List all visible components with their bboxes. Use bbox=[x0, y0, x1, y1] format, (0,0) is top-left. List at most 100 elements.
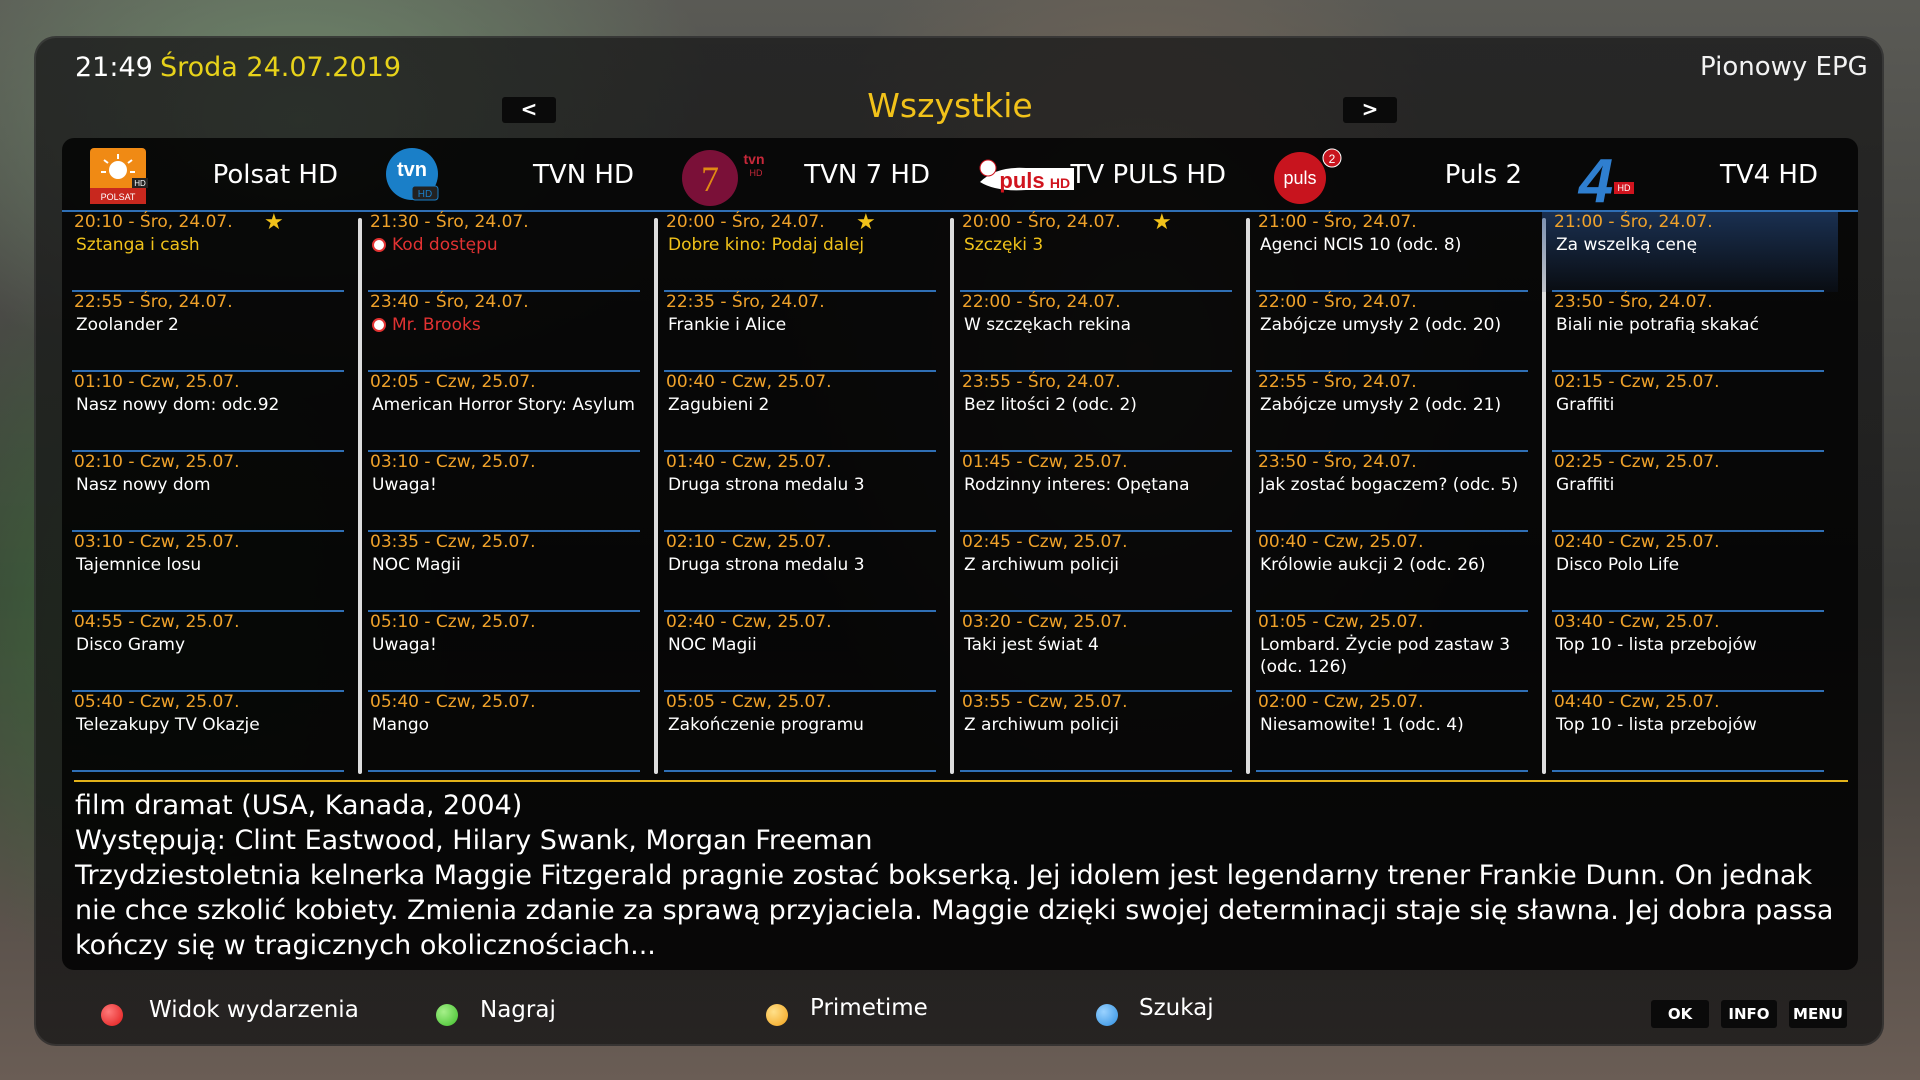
event-title-text: Jak zostać bogaczem? (odc. 5) bbox=[1260, 475, 1519, 495]
channel-header[interactable]: tvn HD TVN HD bbox=[358, 138, 654, 212]
event-time: 02:25 - Czw, 25.07. bbox=[1554, 452, 1720, 472]
event-item[interactable]: 02:40 - Czw, 25.07. NOC Magii bbox=[654, 612, 950, 692]
info-key[interactable]: INFO bbox=[1721, 1000, 1777, 1028]
event-title-text: Dobre kino: Podaj dalej bbox=[668, 235, 865, 255]
event-title-text: Z archiwum policji bbox=[964, 715, 1120, 735]
event-title-text: American Horror Story: Asylum bbox=[372, 395, 635, 415]
event-item[interactable]: 22:00 - Śro, 24.07. Zabójcze umysły 2 (od… bbox=[1246, 292, 1542, 372]
event-item[interactable]: 20:00 - Śro, 24.07. ★ Dobre kino: Podaj da… bbox=[654, 210, 950, 292]
event-title: Jak zostać bogaczem? (odc. 5) bbox=[1260, 474, 1530, 496]
event-item[interactable]: 01:10 - Czw, 25.07. Nasz nowy dom: odc.92 bbox=[62, 372, 358, 452]
event-item[interactable]: 02:00 - Czw, 25.07. Niesamowite! 1 (odc. … bbox=[1246, 692, 1542, 772]
event-item[interactable]: 23:50 - Śro, 24.07. Biali nie potrafią sk… bbox=[1542, 292, 1838, 372]
event-title-text: Lombard. Życie pod zastaw 3 (odc. 126) bbox=[1260, 635, 1511, 677]
event-item[interactable]: 04:40 - Czw, 25.07. Top 10 - lista przebo… bbox=[1542, 692, 1838, 772]
event-item[interactable]: 02:45 - Czw, 25.07. Z archiwum policji bbox=[950, 532, 1246, 612]
event-item[interactable]: 21:30 - Śro, 24.07. Kod dostępu bbox=[358, 212, 654, 292]
event-title: Graffiti bbox=[1556, 394, 1826, 416]
event-item[interactable]: 03:35 - Czw, 25.07. NOC Magii bbox=[358, 532, 654, 612]
svg-text:HD: HD bbox=[1050, 175, 1070, 191]
event-item[interactable]: 22:35 - Śro, 24.07. Frankie i Alice bbox=[654, 292, 950, 372]
event-item[interactable]: 01:45 - Czw, 25.07. Rodzinny interes: Opę… bbox=[950, 452, 1246, 532]
event-item[interactable]: 05:05 - Czw, 25.07. Zakończenie programu bbox=[654, 692, 950, 772]
event-time: 00:40 - Czw, 25.07. bbox=[666, 372, 832, 392]
event-title: Frankie i Alice bbox=[668, 314, 938, 336]
event-item[interactable]: 01:40 - Czw, 25.07. Druga strona medalu 3 bbox=[654, 452, 950, 532]
channel-header[interactable]: puls 2 Puls 2 bbox=[1246, 138, 1542, 212]
event-title: Niesamowite! 1 (odc. 4) bbox=[1260, 714, 1530, 736]
event-item[interactable]: 20:00 - Śro, 24.07. ★ Szczęki 3 bbox=[950, 210, 1246, 292]
event-item[interactable]: 03:10 - Czw, 25.07. Tajemnice losu bbox=[62, 532, 358, 612]
event-title-text: Druga strona medalu 3 bbox=[668, 475, 865, 495]
event-item[interactable]: 03:20 - Czw, 25.07. Taki jest świat 4 bbox=[950, 612, 1246, 692]
event-list: 20:10 - Śro, 24.07. ★ Sztanga i cash 22:55 … bbox=[62, 210, 358, 772]
event-list: 20:00 - Śro, 24.07. ★ Dobre kino: Podaj da… bbox=[654, 210, 950, 772]
channel-header[interactable]: puls HD TV PULS HD bbox=[950, 138, 1246, 212]
event-time: 03:20 - Czw, 25.07. bbox=[962, 612, 1128, 632]
event-item[interactable]: 23:40 - Śro, 24.07. Mr. Brooks bbox=[358, 292, 654, 372]
event-title: Dobre kino: Podaj dalej bbox=[668, 234, 938, 256]
prev-category-button[interactable]: < bbox=[502, 97, 556, 123]
event-title-text: Królowie aukcji 2 (odc. 26) bbox=[1260, 555, 1486, 575]
puls2-logo-icon: puls 2 bbox=[1272, 146, 1342, 204]
channel-name: Puls 2 bbox=[1444, 160, 1522, 190]
event-item[interactable]: 04:55 - Czw, 25.07. Disco Gramy bbox=[62, 612, 358, 692]
blue-button-label[interactable]: Szukaj bbox=[1139, 995, 1214, 1021]
event-time: 03:10 - Czw, 25.07. bbox=[370, 452, 536, 472]
event-item[interactable]: 02:25 - Czw, 25.07. Graffiti bbox=[1542, 452, 1838, 532]
event-time: 23:55 - Śro, 24.07. bbox=[962, 372, 1121, 392]
svg-text:puls: puls bbox=[999, 168, 1044, 193]
event-item[interactable]: 02:10 - Czw, 25.07. Nasz nowy dom bbox=[62, 452, 358, 532]
event-item[interactable]: 05:40 - Czw, 25.07. Telezakupy TV Okazje bbox=[62, 692, 358, 772]
event-title: Disco Gramy bbox=[76, 634, 346, 656]
channel-name: TV4 HD bbox=[1719, 160, 1818, 190]
event-item[interactable]: 22:55 - Śro, 24.07. Zoolander 2 bbox=[62, 292, 358, 372]
event-item[interactable]: 02:40 - Czw, 25.07. Disco Polo Life bbox=[1542, 532, 1838, 612]
green-button-label[interactable]: Nagraj bbox=[480, 997, 556, 1023]
event-item[interactable]: 03:40 - Czw, 25.07. Top 10 - lista przebo… bbox=[1542, 612, 1838, 692]
event-item[interactable]: 03:10 - Czw, 25.07. Uwaga! bbox=[358, 452, 654, 532]
svg-text:7: 7 bbox=[701, 159, 719, 199]
svg-text:puls: puls bbox=[1283, 168, 1316, 188]
event-title: Nasz nowy dom: odc.92 bbox=[76, 394, 346, 416]
event-item[interactable]: 23:55 - Śro, 24.07. Bez litości 2 (odc. 2… bbox=[950, 372, 1246, 452]
event-item[interactable]: 23:50 - Śro, 24.07. Jak zostać bogaczem? … bbox=[1246, 452, 1542, 532]
menu-key[interactable]: MENU bbox=[1789, 1000, 1847, 1028]
event-item[interactable]: 02:05 - Czw, 25.07. American Horror Story… bbox=[358, 372, 654, 452]
yellow-button-label[interactable]: Primetime bbox=[810, 995, 928, 1021]
ok-key[interactable]: OK bbox=[1651, 1000, 1709, 1028]
channel-header[interactable]: POLSAT HD Polsat HD bbox=[62, 138, 358, 212]
event-title: Zabójcze umysły 2 (odc. 21) bbox=[1260, 394, 1530, 416]
event-time: 03:10 - Czw, 25.07. bbox=[74, 532, 240, 552]
event-item[interactable]: 00:40 - Czw, 25.07. Zagubieni 2 bbox=[654, 372, 950, 452]
channel-header[interactable]: 7 tvn HD TVN 7 HD bbox=[654, 138, 950, 212]
event-time: 23:50 - Śro, 24.07. bbox=[1258, 452, 1417, 472]
event-item[interactable]: 02:10 - Czw, 25.07. Druga strona medalu 3 bbox=[654, 532, 950, 612]
svg-text:tvn: tvn bbox=[397, 159, 427, 181]
event-title-text: Niesamowite! 1 (odc. 4) bbox=[1260, 715, 1464, 735]
event-item[interactable]: 22:00 - Śro, 24.07. W szczękach rekina bbox=[950, 292, 1246, 372]
event-item[interactable]: 03:55 - Czw, 25.07. Z archiwum policji bbox=[950, 692, 1246, 772]
event-item[interactable]: 01:05 - Czw, 25.07. Lombard. Życie pod za… bbox=[1246, 612, 1542, 692]
event-title: Sztanga i cash bbox=[76, 234, 346, 256]
channel-header[interactable]: 4 HD TV4 HD bbox=[1542, 138, 1838, 216]
next-category-button[interactable]: > bbox=[1343, 97, 1397, 123]
event-time: 02:05 - Czw, 25.07. bbox=[370, 372, 536, 392]
event-time: 21:00 - Śro, 24.07. bbox=[1258, 212, 1417, 232]
channel-column: puls HD TV PULS HD 20:00 - Śro, 24.07. ★ Szcz… bbox=[950, 138, 1246, 774]
event-title: Zoolander 2 bbox=[76, 314, 346, 336]
event-item[interactable]: 22:55 - Śro, 24.07. Zabójcze umysły 2 (od… bbox=[1246, 372, 1542, 452]
event-item[interactable]: 21:00 - Śro, 24.07. Agenci NCIS 10 (odc. … bbox=[1246, 212, 1542, 292]
event-item[interactable]: 21:00 - Śro, 24.07. Za wszelką cenę bbox=[1542, 212, 1838, 292]
event-item[interactable]: 00:40 - Czw, 25.07. Królowie aukcji 2 (od… bbox=[1246, 532, 1542, 612]
event-time: 23:40 - Śro, 24.07. bbox=[370, 292, 529, 312]
event-title: Kod dostępu bbox=[372, 234, 642, 256]
event-title-text: Disco Polo Life bbox=[1556, 555, 1680, 575]
event-item[interactable]: 05:40 - Czw, 25.07. Mango bbox=[358, 692, 654, 772]
red-button-label[interactable]: Widok wydarzenia bbox=[149, 997, 359, 1023]
event-item[interactable]: 02:15 - Czw, 25.07. Graffiti bbox=[1542, 372, 1838, 452]
event-item[interactable]: 20:10 - Śro, 24.07. ★ Sztanga i cash bbox=[62, 210, 358, 292]
event-item[interactable]: 05:10 - Czw, 25.07. Uwaga! bbox=[358, 612, 654, 692]
event-list: 20:00 - Śro, 24.07. ★ Szczęki 3 22:00 - Śro… bbox=[950, 210, 1246, 772]
event-title-text: W szczękach rekina bbox=[964, 315, 1132, 335]
